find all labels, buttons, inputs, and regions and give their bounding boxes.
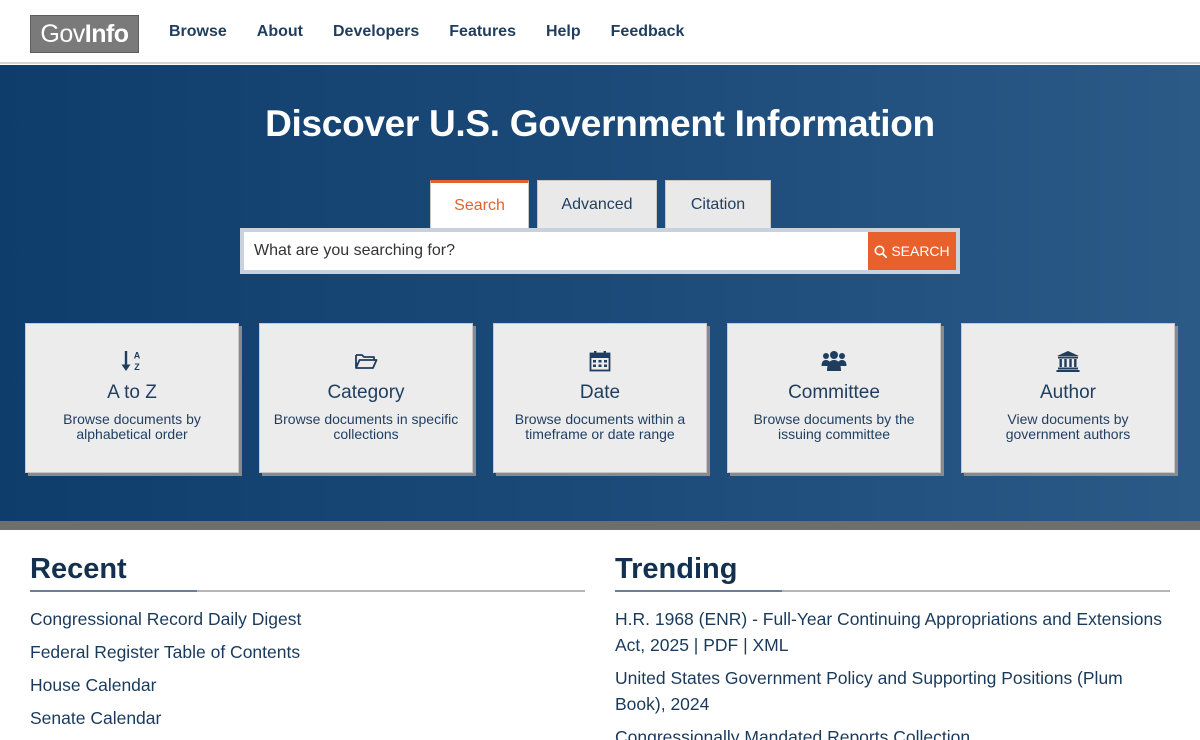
top-header: Gov Info Browse About Developers Features… [0,0,1200,64]
govinfo-logo[interactable]: Gov Info [30,15,139,53]
trending-link[interactable]: Congressionally Mandated Reports Collect… [615,724,1170,740]
card-description: Browse documents by alphabetical order [63,411,201,442]
card-category[interactable]: Category Browse documents in specific co… [259,323,473,473]
card-title: Committee [788,382,880,403]
card-date[interactable]: Date Browse documents within a timeframe… [493,323,707,473]
search-tabs: Search Advanced Citation [430,180,779,228]
heading-rule [30,590,585,592]
users-icon [821,351,847,371]
browse-cards: A Z A to Z Browse documents by alphabeti… [25,323,1195,473]
search-bar: SEARCH [240,228,960,274]
card-description: Browse documents within a timeframe or d… [514,411,686,442]
logo-text-gov: Gov [40,19,85,48]
card-committee[interactable]: Committee Browse documents by the issuin… [727,323,941,473]
card-a-to-z[interactable]: A Z A to Z Browse documents by alphabeti… [25,323,239,473]
recent-list: Congressional Record Daily Digest Federa… [30,606,585,731]
tab-citation[interactable]: Citation [665,180,771,228]
nav-about[interactable]: About [242,22,318,42]
logo-text-info: Info [84,19,129,48]
institution-icon [1056,351,1080,372]
sort-alpha-icon: A Z [121,351,141,372]
folder-open-icon [355,354,378,369]
card-title: Author [1040,382,1096,403]
main-nav: Browse About Developers Features Help Fe… [154,0,699,64]
heading-rule [615,590,1170,592]
card-author[interactable]: Author View documents by government auth… [961,323,1175,473]
search-button-label: SEARCH [891,243,950,259]
card-description: Browse documents in specific collections [273,411,459,442]
card-title: Date [579,382,621,403]
card-description: View documents by government authors [1005,411,1131,442]
svg-text:Z: Z [134,362,140,372]
calendar-icon [589,351,611,372]
trending-link[interactable]: H.R. 1968 (ENR) - Full-Year Continuing A… [615,606,1170,658]
card-title: A to Z [107,382,157,403]
svg-text:A: A [134,351,141,361]
recent-link[interactable]: House Calendar [30,672,585,698]
nav-features[interactable]: Features [434,22,531,42]
search-button[interactable]: SEARCH [868,232,956,270]
nav-help[interactable]: Help [531,22,596,42]
trending-list: H.R. 1968 (ENR) - Full-Year Continuing A… [615,606,1170,740]
hero-title: Discover U.S. Government Information [265,103,935,144]
recent-link[interactable]: Senate Calendar [30,705,585,731]
recent-link[interactable]: Congressional Record Daily Digest [30,606,585,632]
card-title: Category [327,382,405,403]
nav-feedback[interactable]: Feedback [596,22,700,42]
tab-search[interactable]: Search [430,180,529,228]
recent-section: Recent Congressional Record Daily Digest… [30,553,585,738]
trending-section: Trending H.R. 1968 (ENR) - Full-Year Con… [615,553,1170,740]
section-divider [0,521,1200,530]
search-icon [874,245,888,258]
card-description: Browse documents by the issuing committe… [753,411,915,442]
nav-developers[interactable]: Developers [318,22,434,42]
recent-heading: Recent [30,553,127,585]
search-input[interactable] [244,232,868,270]
hero-section: Discover U.S. Government Information Sea… [0,65,1200,521]
trending-heading: Trending [615,553,738,585]
nav-browse[interactable]: Browse [154,22,242,42]
tab-advanced[interactable]: Advanced [537,180,657,228]
trending-link[interactable]: United States Government Policy and Supp… [615,665,1170,717]
recent-link[interactable]: Federal Register Table of Contents [30,639,585,665]
